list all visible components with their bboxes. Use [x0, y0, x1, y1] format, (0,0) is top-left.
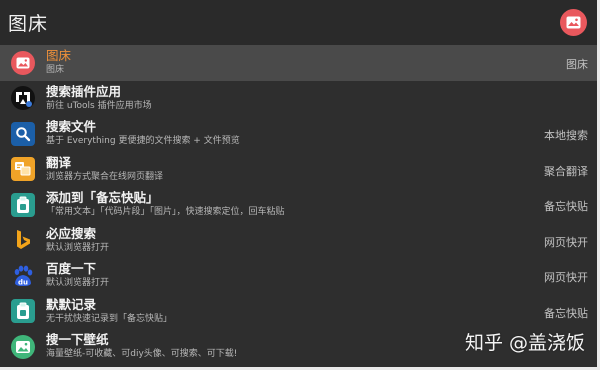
result-title: 百度一下: [46, 261, 97, 276]
watermark: 知乎 @盖浇饭: [464, 332, 585, 354]
result-tag: 聚合翻译: [544, 164, 588, 178]
svg-text:du: du: [18, 278, 28, 286]
result-subtitle: 浏览器方式聚合在线网页翻译: [46, 171, 164, 182]
result-tag: 备忘快贴: [544, 200, 588, 213]
clipboard-icon: [11, 299, 35, 324]
utools-window: 图床 图床 图床 图床 搜索插件应用 前往 uTools 插件应用市场 搜索文件…: [0, 0, 600, 370]
result-tag: 图床: [566, 58, 588, 71]
result-subtitle: 无干扰快速记录到「备忘快贴」: [46, 313, 173, 324]
result-title: 搜索文件: [46, 119, 97, 134]
result-tag: 本地搜索: [544, 129, 588, 142]
result-title: 翻译: [46, 154, 72, 170]
result-title: 添加到「备忘快贴」: [46, 190, 159, 205]
image-plugin-button[interactable]: [560, 9, 587, 36]
result-item-quiet-record[interactable]: 默默记录 无干扰快速记录到「备忘快贴」 备忘快贴: [0, 294, 597, 330]
result-tag: 网页快开: [544, 235, 588, 249]
search-bar: 图床: [0, 0, 597, 45]
bing-icon: [11, 228, 35, 252]
result-item-add-to-memo[interactable]: 添加到「备忘快贴」 「常用文本」「代码片段」「图片」，快速搜索定位，回车粘贴 备…: [0, 187, 597, 223]
utools-logo-icon: [11, 86, 35, 111]
search-input[interactable]: 图床: [8, 9, 48, 36]
translate-icon: [11, 157, 35, 182]
result-title: 默默记录: [46, 296, 97, 312]
image-icon: [566, 16, 581, 29]
result-item-image-host[interactable]: 图床 图床 图床: [0, 45, 597, 81]
baidu-icon: du: [11, 264, 35, 288]
result-list: 图床 图床 图床 搜索插件应用 前往 uTools 插件应用市场 搜索文件 基于…: [0, 45, 597, 365]
result-title: 图床: [46, 48, 72, 63]
result-item-file-search[interactable]: 搜索文件 基于 Everything 更便捷的文件搜索 + 文件预览 本地搜索: [0, 116, 597, 152]
result-subtitle: 「常用文本」「代码片段」「图片」，快速搜索定位，回车粘贴: [46, 207, 285, 217]
result-title: 必应搜索: [46, 225, 97, 241]
result-tag: 网页快开: [544, 271, 588, 284]
result-subtitle: 前往 uTools 插件应用市场: [46, 100, 152, 111]
image-plugin-icon: [11, 50, 35, 75]
result-item-baidu[interactable]: du 百度一下 默认浏览器打开 网页快开: [0, 258, 597, 294]
result-tag: 备忘快贴: [544, 306, 588, 320]
result-title: 搜一下壁纸: [46, 332, 109, 347]
result-title: 搜索插件应用: [46, 83, 122, 99]
clipboard-icon: [11, 192, 35, 217]
result-subtitle: 图床: [46, 65, 65, 75]
result-item-translate[interactable]: 翻译 浏览器方式聚合在线网页翻译 聚合翻译: [0, 152, 597, 188]
result-item-search-plugins[interactable]: 搜索插件应用 前往 uTools 插件应用市场: [0, 81, 597, 117]
result-subtitle: 默认浏览器打开: [46, 242, 110, 253]
file-search-icon: [11, 121, 35, 146]
wallpaper-icon: [11, 334, 35, 359]
result-subtitle: 海量壁纸-可收藏、可diy头像、可搜索、可下载!: [46, 349, 238, 359]
result-item-bing-search[interactable]: 必应搜索 默认浏览器打开 网页快开: [0, 223, 597, 259]
result-subtitle: 基于 Everything 更便捷的文件搜索 + 文件预览: [46, 136, 240, 146]
result-subtitle: 默认浏览器打开: [46, 278, 110, 288]
